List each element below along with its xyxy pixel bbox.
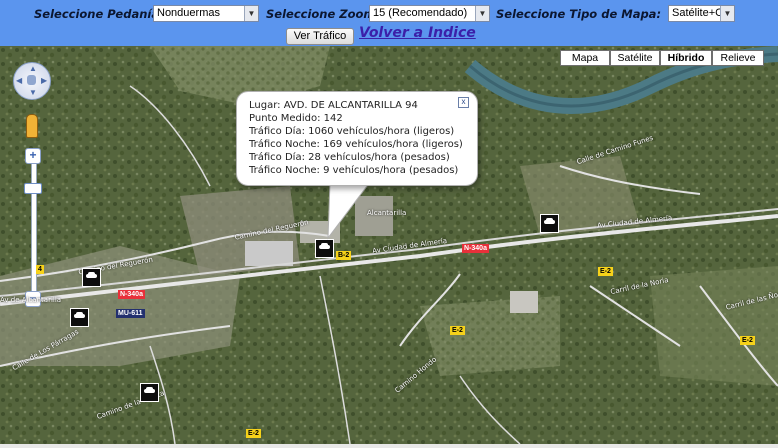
chevron-down-icon: ▼ — [720, 6, 734, 21]
tipo-mapa-select[interactable]: Satélite+Calles ▼ — [668, 5, 735, 22]
road-label: Av de Alcantarilla — [0, 296, 62, 304]
ver-trafico-button[interactable]: Ver Tráfico — [286, 28, 354, 45]
map-type-hibrido[interactable]: Híbrido — [660, 50, 712, 66]
road-sign-e2: E-2 — [450, 326, 465, 335]
pedania-value: Nonduermas — [157, 7, 220, 19]
status-bar — [0, 444, 778, 448]
close-icon[interactable]: x — [458, 97, 469, 108]
map-area[interactable]: ▲ ▼ ◀ ▶ + − Mapa Satélite Híbrido Reliev… — [0, 46, 778, 444]
info-noche-ligeros: Tráfico Noche: 169 vehículos/hora (liger… — [249, 139, 463, 150]
zoom-label: Seleccione Zoom: — [266, 7, 381, 21]
zoom-select[interactable]: 15 (Recomendado) ▼ — [369, 5, 490, 22]
road-sign-e2: E-2 — [598, 267, 613, 276]
control-bar: Seleccione Pedanía: Nonduermas ▼ Selecci… — [0, 0, 778, 46]
chevron-down-icon: ▼ — [244, 6, 258, 21]
map-type-relieve[interactable]: Relieve — [712, 50, 764, 66]
chevron-down-icon: ▼ — [475, 6, 489, 21]
info-noche-pesados: Tráfico Noche: 9 vehículos/hora (pesados… — [249, 165, 459, 176]
info-dia-pesados: Tráfico Día: 28 vehículos/hora (pesados) — [249, 152, 450, 163]
info-window: x Lugar: AVD. DE ALCANTARILLA 94 Punto M… — [236, 91, 478, 186]
info-punto: Punto Medido: 142 — [249, 113, 343, 124]
pedania-select[interactable]: Nonduermas ▼ — [153, 5, 259, 22]
traffic-marker[interactable] — [82, 268, 101, 287]
map-type-satelite[interactable]: Satélite — [610, 50, 660, 66]
info-window-tail — [327, 182, 371, 240]
pegman-icon[interactable] — [26, 114, 38, 138]
road-sign-n340a: N-340a — [118, 290, 145, 299]
zoom-slider-track[interactable] — [31, 156, 37, 303]
info-dia-ligeros: Tráfico Día: 1060 vehículos/hora (ligero… — [249, 126, 455, 137]
traffic-marker[interactable] — [140, 383, 159, 402]
traffic-marker[interactable] — [540, 214, 559, 233]
map-type-mapa[interactable]: Mapa — [560, 50, 610, 66]
pan-control[interactable]: ▲ ▼ ◀ ▶ — [13, 62, 51, 100]
road-sign-e2: E-2 — [740, 336, 755, 345]
road-sign-e2: 4 — [36, 265, 44, 274]
road-sign-n340a: N-340a — [462, 244, 489, 253]
road-sign-b2: B-2 — [336, 251, 352, 260]
zoom-slider-knob[interactable] — [24, 183, 42, 194]
road-sign-e2: E-2 — [246, 429, 261, 438]
tipo-mapa-label: Seleccione Tipo de Mapa: — [496, 7, 662, 21]
road-sign-mu611: MU-611 — [116, 309, 145, 318]
zoom-in-button[interactable]: + — [25, 148, 41, 164]
pedania-label: Seleccione Pedanía: — [34, 7, 164, 21]
traffic-marker[interactable] — [70, 308, 89, 327]
info-lugar: Lugar: AVD. DE ALCANTARILLA 94 — [249, 100, 418, 111]
zoom-value: 15 (Recomendado) — [373, 7, 468, 19]
volver-indice-link[interactable]: Volver a Indice — [359, 25, 476, 41]
hand-icon — [27, 75, 36, 85]
